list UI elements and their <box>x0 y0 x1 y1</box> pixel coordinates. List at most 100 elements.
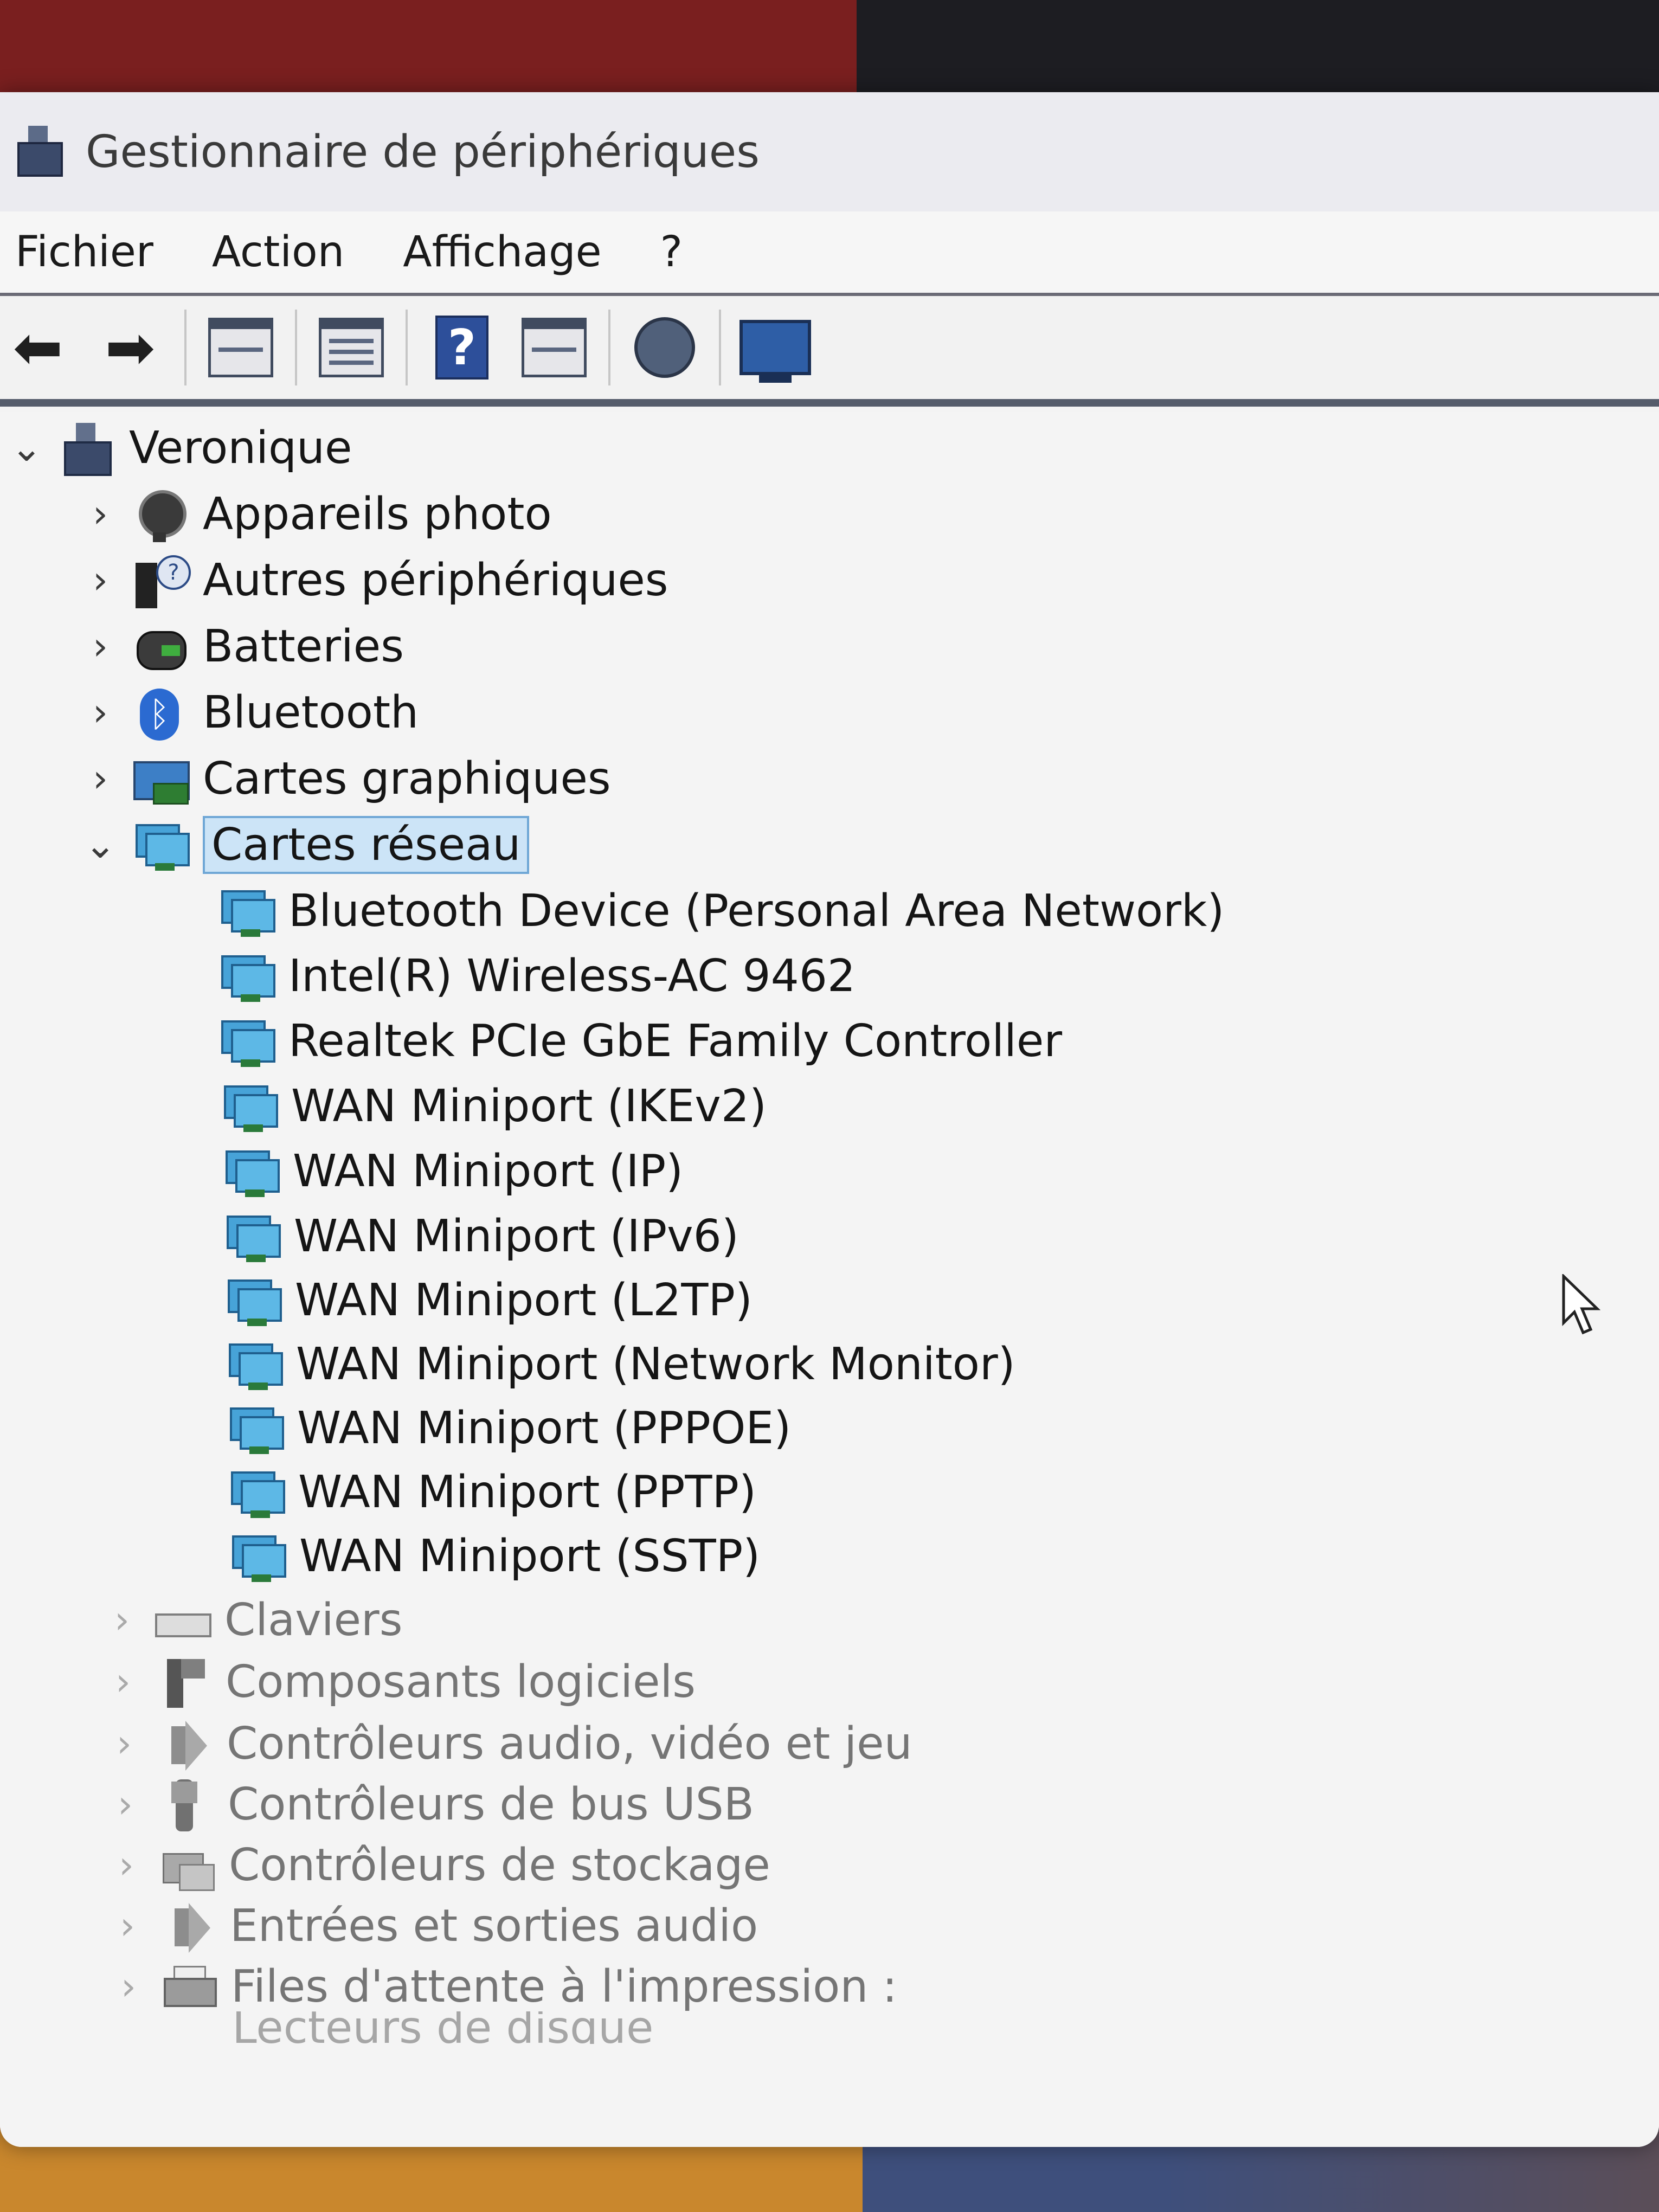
forward-button[interactable]: ➡ <box>92 310 168 385</box>
network-adapter-item[interactable]: WAN Miniport (IP) <box>221 1140 683 1203</box>
tree-item-controleurs-audio[interactable]: › Contrôleurs audio, vidéo et jeu <box>105 1712 912 1775</box>
tree-item-composants-logiciels[interactable]: › Composants logiciels <box>104 1650 696 1713</box>
update-driver-button[interactable] <box>627 310 703 385</box>
help-icon: ? <box>435 316 488 380</box>
tree-item-cartes-graphiques[interactable]: › Cartes graphiques <box>81 747 611 810</box>
tree-item-label: WAN Miniport (PPTP) <box>298 1466 756 1518</box>
menu-affichage[interactable]: Affichage <box>403 228 601 276</box>
computer-icon <box>57 420 114 476</box>
network-adapter-item[interactable]: Bluetooth Device (Personal Area Network) <box>217 879 1224 942</box>
tree-item-controleurs-stockage[interactable]: › Contrôleurs de stockage <box>107 1834 770 1896</box>
storage-controller-icon <box>157 1837 215 1893</box>
scan-hardware-button[interactable] <box>737 310 813 385</box>
tree-item-label: Cartes graphiques <box>203 753 611 805</box>
properties-icon <box>319 318 384 377</box>
tree-item-label: Contrôleurs de stockage <box>229 1839 770 1891</box>
tree-item-label: Composants logiciels <box>226 1656 696 1708</box>
network-adapter-icon <box>227 1464 285 1520</box>
device-tree: ⌄ Veronique › Appareils photo › ? Autres… <box>0 412 1659 2147</box>
device-manager-window: Gestionnaire de périphériques Fichier Ac… <box>0 92 1659 2147</box>
network-adapter-icon <box>131 816 190 873</box>
display-adapter-icon <box>131 750 190 807</box>
chevron-right-icon[interactable]: › <box>81 690 119 735</box>
network-adapter-icon <box>226 1400 284 1456</box>
network-adapter-item[interactable]: WAN Miniport (IPv6) <box>222 1205 739 1268</box>
chevron-right-icon[interactable]: › <box>81 624 119 668</box>
menu-help[interactable]: ? <box>660 228 683 276</box>
tree-item-files-impression[interactable]: › Files d'attente à l'impression : <box>110 1955 897 2018</box>
tree-item-label: WAN Miniport (SSTP) <box>299 1530 761 1582</box>
chevron-right-icon[interactable]: › <box>81 492 119 536</box>
network-adapter-icon <box>217 883 275 939</box>
tree-item-lecteurs-disque[interactable]: Lecteurs de disque <box>111 2011 653 2044</box>
network-adapter-item[interactable]: WAN Miniport (Network Monitor) <box>224 1333 1015 1396</box>
tree-item-claviers[interactable]: › Claviers <box>103 1589 402 1651</box>
network-adapter-item[interactable]: Realtek PCIe GbE Family Controller <box>217 1009 1062 1072</box>
properties-button[interactable] <box>313 310 389 385</box>
network-adapter-item[interactable]: WAN Miniport (PPPOE) <box>226 1397 791 1459</box>
network-adapter-icon <box>217 1013 275 1069</box>
tree-item-label: Entrées et sorties audio <box>230 1900 758 1952</box>
chevron-right-icon[interactable]: › <box>110 1964 147 2009</box>
show-hide-console-tree-button[interactable] <box>203 310 279 385</box>
tree-item-autres-peripheriques[interactable]: › ? Autres périphériques <box>81 549 668 612</box>
network-adapter-item[interactable]: WAN Miniport (L2TP) <box>223 1269 753 1332</box>
scan-hardware-icon <box>740 320 811 383</box>
chevron-down-icon[interactable]: ⌄ <box>81 822 119 867</box>
back-button[interactable]: ⬅ <box>0 310 76 385</box>
tree-item-label: Claviers <box>224 1594 403 1646</box>
chevron-right-icon[interactable]: › <box>106 1782 144 1827</box>
tree-item-cartes-reseau[interactable]: ⌄ Cartes réseau <box>81 813 530 876</box>
tree-item-batteries[interactable]: › Batteries <box>81 615 404 678</box>
usb-icon <box>156 1776 213 1832</box>
network-adapter-icon <box>221 1143 280 1199</box>
software-component-icon <box>154 1654 210 1710</box>
keyboard-icon <box>153 1592 211 1648</box>
chevron-right-icon[interactable]: › <box>103 1598 141 1642</box>
tree-item-label: Autres périphériques <box>203 554 668 606</box>
tree-item-bluetooth[interactable]: › ᛒ Bluetooth <box>81 681 419 744</box>
title-bar[interactable]: Gestionnaire de périphériques <box>0 92 1659 211</box>
tree-item-label: WAN Miniport (PPPOE) <box>297 1402 792 1454</box>
speaker-icon <box>155 1715 211 1772</box>
network-adapter-icon <box>228 1528 286 1584</box>
help-button[interactable]: ? <box>424 310 500 385</box>
menu-fichier[interactable]: Fichier <box>15 228 153 276</box>
tree-root[interactable]: ⌄ Veronique <box>8 416 352 479</box>
update-driver-icon <box>634 317 695 378</box>
disk-drive-icon <box>160 2011 217 2044</box>
device-manager-icon <box>12 126 64 178</box>
menu-action[interactable]: Action <box>212 228 344 276</box>
forward-arrow-icon: ➡ <box>105 313 156 382</box>
network-adapter-item[interactable]: Intel(R) Wireless-AC 9462 <box>217 944 856 1007</box>
network-adapter-icon <box>224 1336 283 1392</box>
toolbar-separator <box>406 310 408 385</box>
tree-item-label: Lecteurs de disque <box>232 2011 654 2044</box>
network-adapter-item[interactable]: WAN Miniport (PPTP) <box>227 1461 756 1523</box>
tree-item-label: WAN Miniport (L2TP) <box>295 1274 753 1326</box>
chevron-right-icon[interactable]: › <box>107 1843 145 1887</box>
network-adapter-item[interactable]: WAN Miniport (SSTP) <box>228 1525 760 1587</box>
tree-item-label: Bluetooth Device (Personal Area Network) <box>288 885 1225 937</box>
network-adapter-item[interactable]: WAN Miniport (IKEv2) <box>220 1075 767 1137</box>
network-adapter-icon <box>220 1078 278 1134</box>
toolbar-separator <box>295 310 297 385</box>
tree-item-label: Appareils photo <box>203 488 552 540</box>
network-adapter-icon <box>223 1272 282 1328</box>
tree-item-label: Cartes réseau <box>203 815 530 874</box>
chevron-right-icon[interactable]: › <box>81 558 119 602</box>
bluetooth-icon: ᛒ <box>131 684 188 741</box>
show-action-pane-button[interactable] <box>516 310 592 385</box>
chevron-right-icon[interactable]: › <box>81 756 119 801</box>
tree-item-appareils-photo[interactable]: › Appareils photo <box>81 483 552 545</box>
chevron-down-icon[interactable]: ⌄ <box>8 426 46 470</box>
tree-item-label: Contrôleurs audio, vidéo et jeu <box>227 1718 912 1770</box>
action-pane-icon <box>522 318 587 377</box>
mouse-cursor-icon <box>1562 1274 1601 1335</box>
tree-item-entrees-sorties-audio[interactable]: › Entrées et sorties audio <box>108 1894 758 1957</box>
camera-icon <box>131 486 188 542</box>
chevron-right-icon[interactable]: › <box>105 1721 143 1766</box>
chevron-right-icon[interactable]: › <box>108 1904 146 1948</box>
chevron-right-icon[interactable]: › <box>104 1660 142 1704</box>
tree-item-controleurs-usb[interactable]: › Contrôleurs de bus USB <box>106 1773 754 1836</box>
